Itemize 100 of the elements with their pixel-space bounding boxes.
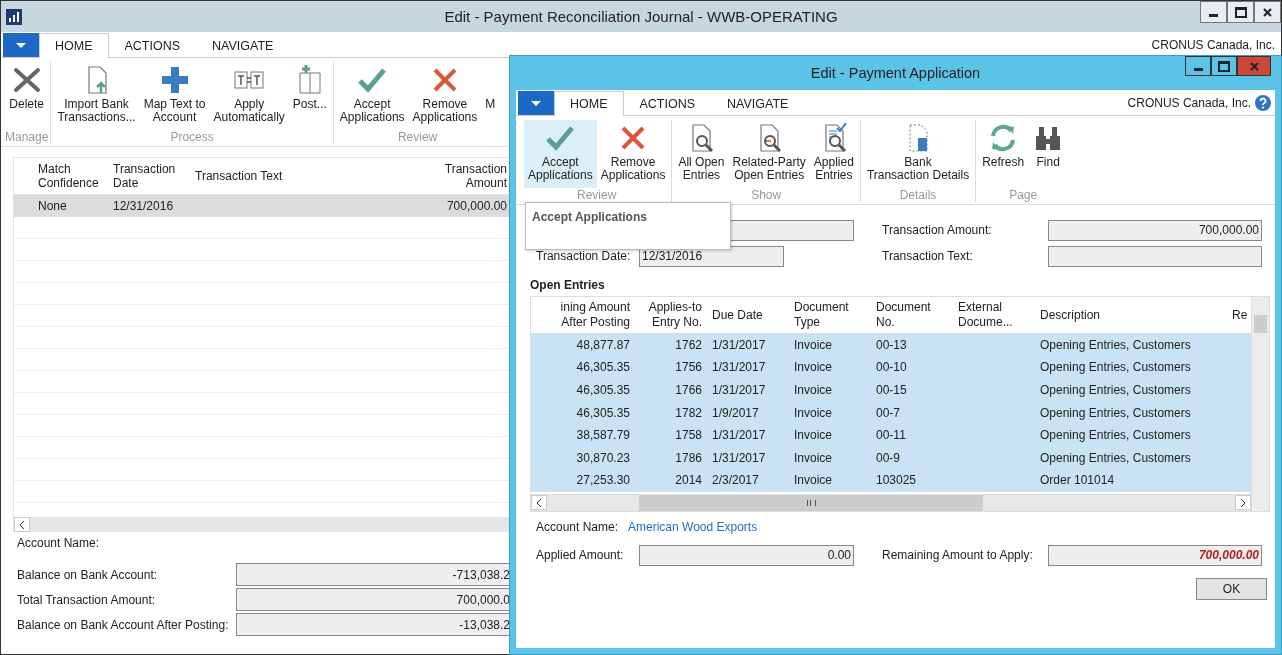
input-field[interactable] [1048,245,1262,267]
table-row[interactable]: 46,305.35 1782 1/9/2017 Invoice 00-7 Opening Entries, Customers [531,401,1251,425]
menu-dropdown-button[interactable] [3,33,39,57]
horizontal-scrollbar[interactable] [14,517,511,532]
column-header[interactable]: Document Type [788,300,870,330]
company-name: CRONUS Canada, Inc. [1127,95,1251,110]
input-field[interactable]: 0.00 [639,544,854,566]
table-cell-text: Order 101014 [1039,473,1116,489]
field-label: Total Transaction Amount: [16,592,157,607]
help-icon[interactable] [1255,94,1271,111]
maximize-button[interactable] [1211,56,1237,76]
close-button[interactable] [1254,1,1281,23]
field-label: Applied Amount: [535,548,625,563]
table-row[interactable]: None 12/31/2016 700,000.00 [14,195,511,217]
ribbon-button[interactable]: Related-Party Open Entries [728,120,810,188]
ribbon-tab[interactable]: ACTIONS [623,91,712,115]
table-cell-text: 1/31/2017 [711,360,767,376]
input-field[interactable]: 700,000.00 [1048,544,1262,566]
table-cell-text: 1786 [674,450,703,466]
ribbon-button[interactable]: Applied Entries [809,120,858,188]
column-header[interactable]: Transaction Amount [355,162,511,190]
ribbon-tab[interactable]: NAVIGATE [196,33,290,57]
group-label: Process [170,130,214,144]
table-cell-text: Opening Entries, Customers [1039,405,1192,421]
table-row[interactable]: 38,587.79 1758 1/31/2017 Invoice 00-11 Opening Entries, Customers [531,424,1251,447]
ribbon-tab[interactable]: HOME [39,33,109,58]
table-cell-text: 1782 [674,405,703,421]
ribbon-button[interactable]: Find [1028,120,1069,188]
group-label: Show [751,188,782,202]
ribbon-tab[interactable]: ACTIONS [108,33,197,57]
table-cell-text: 103025 [875,473,918,489]
column-header[interactable]: Transaction Text [195,169,355,183]
minimize-button[interactable] [1200,1,1227,23]
field-label: Transaction Text: [882,249,974,263]
table-row[interactable]: 48,877.87 1762 1/31/2017 Invoice 00-13 Opening Entries, Customers [531,334,1251,357]
account-link[interactable]: American Wood Exports [628,520,758,535]
input-field[interactable]: -713,038.2 [236,563,511,586]
chevron-left-icon[interactable] [19,520,25,529]
ribbon-button[interactable]: Accept Applications [524,120,597,188]
table-cell-text: 46,305.35 [575,405,631,421]
column-header[interactable]: Re [1226,307,1251,323]
chevron-left-icon[interactable] [536,498,542,507]
close-icon [1263,7,1272,17]
table-row[interactable]: 46,305.35 1766 1/31/2017 Invoice 00-15 Opening Entries, Customers [531,379,1251,402]
ribbon-button[interactable]: Remove Applications [408,62,482,130]
ribbon-tab[interactable]: NAVIGATE [711,91,805,115]
table-cell-text: 1/31/2017 [711,337,767,353]
ribbon-button[interactable]: All Open Entries [674,120,729,188]
column-header[interactable]: Description [1034,307,1226,323]
table-cell-text: 00-11 [875,428,907,444]
input-field[interactable]: -13,038.2 [236,613,511,636]
table-cell-text: 1756 [674,360,703,376]
column-header[interactable]: Due Date [706,307,788,323]
table-row[interactable]: 27,253.30 2014 2/3/2017 Invoice 103025 Order 101014 [531,469,1251,493]
menu-dropdown-button[interactable] [518,91,554,115]
field-label: Remaining Amount to Apply: [882,548,1034,563]
field-label: Transaction Amount: [882,223,993,237]
company-name: CRONUS Canada, Inc. [1151,37,1275,52]
input-field[interactable]: 700,000.00 [1048,219,1262,241]
vertical-scrollbar[interactable] [1251,297,1269,512]
ribbon-button[interactable]: M [481,62,500,130]
table-cell-text: Invoice [793,473,834,489]
table-cell-text: 48,877.87 [575,337,631,353]
table-cell-text: 700,000.00 [445,199,508,213]
field-label: Balance on Bank Account After Posting: [16,617,230,632]
minimize-button[interactable] [1185,56,1211,76]
ribbon-button[interactable]: Apply Automatically [209,62,289,130]
section-title: Open Entries [530,278,606,292]
input-field[interactable]: 700,000.0 [236,588,511,611]
ribbon-button[interactable]: Remove Applications [596,120,670,188]
ribbon-tab[interactable]: HOME [554,91,624,116]
column-header[interactable]: ining Amount After Posting [531,300,636,330]
group-label: Details [899,188,937,202]
ribbon-button[interactable]: Post... [288,62,331,130]
ribbon-button[interactable]: Map Text to Account [139,62,210,130]
table-cell-text: 12/31/2016 [113,199,175,213]
tooltip: Accept Applications [525,202,731,250]
table-cell-text: 30,870.23 [575,450,631,466]
table-row[interactable]: 46,305.35 1756 1/31/2017 Invoice 00-10 Opening Entries, Customers [531,356,1251,380]
table-cell-text: 1758 [674,428,703,444]
column-header[interactable]: External Docume... [952,300,1034,330]
column-header[interactable]: Match Confidence [38,162,113,190]
column-header[interactable]: Applies-to Entry No. [636,300,706,330]
column-header[interactable]: Transaction Date [113,162,195,190]
table-row[interactable]: 30,870.23 1786 1/31/2017 Invoice 00-9 Opening Entries, Customers [531,446,1251,470]
ribbon-button[interactable]: Bank Transaction Details [862,120,974,188]
column-header[interactable]: Document No. [870,300,952,330]
group-label: Manage [5,130,49,144]
ribbon-button[interactable]: Import Bank Transactions... [53,62,140,130]
field-label: Transaction Date: [535,249,632,263]
chevron-right-icon[interactable] [1240,498,1246,507]
maximize-button[interactable] [1227,1,1254,23]
ribbon-button[interactable]: Refresh [978,120,1029,188]
ok-button[interactable]: OK [1196,578,1267,601]
horizontal-scrollbar[interactable] [531,494,1251,512]
table-cell-text: 00-13 [875,337,908,353]
ribbon-button[interactable]: Delete [5,62,49,130]
table-cell-text: Invoice [793,360,834,376]
ribbon-button[interactable]: Accept Applications [335,62,409,130]
table-cell-text: Opening Entries, Customers [1039,428,1192,444]
